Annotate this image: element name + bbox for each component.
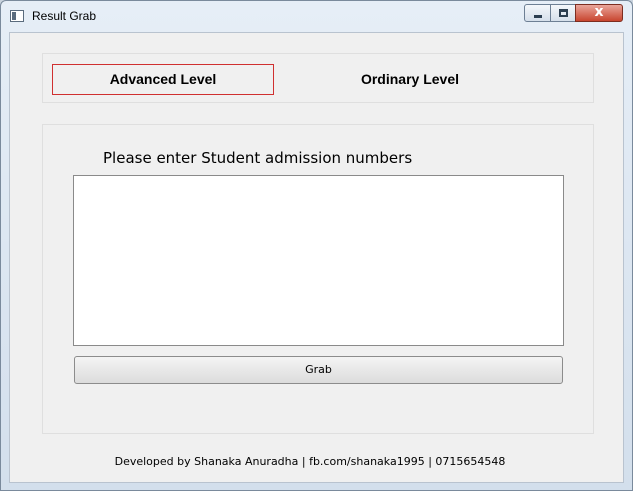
client-area: Advanced Level Ordinary Level Please ent… bbox=[9, 32, 624, 483]
minimize-button[interactable] bbox=[524, 4, 551, 22]
admission-panel: Please enter Student admission numbers G… bbox=[42, 124, 594, 434]
app-window: Result Grab x Advanced Level Ordinary Le… bbox=[0, 0, 633, 491]
minimize-icon bbox=[534, 15, 542, 18]
admission-numbers-input[interactable] bbox=[73, 175, 564, 346]
close-button[interactable]: x bbox=[575, 4, 623, 22]
title-bar[interactable]: Result Grab x bbox=[1, 1, 632, 33]
tab-ordinary-level[interactable]: Ordinary Level bbox=[299, 64, 521, 95]
grab-button[interactable]: Grab bbox=[74, 356, 563, 384]
app-window-icon bbox=[10, 10, 24, 22]
admission-prompt-label: Please enter Student admission numbers bbox=[103, 149, 413, 167]
maximize-button[interactable] bbox=[550, 4, 576, 22]
tab-advanced-level[interactable]: Advanced Level bbox=[52, 64, 274, 95]
maximize-icon bbox=[559, 9, 568, 17]
window-title: Result Grab bbox=[32, 9, 97, 23]
developer-credit: Developed by Shanaka Anuradha | fb.com/s… bbox=[114, 455, 506, 468]
level-tab-bar: Advanced Level Ordinary Level bbox=[42, 53, 594, 103]
close-icon: x bbox=[594, 4, 604, 20]
